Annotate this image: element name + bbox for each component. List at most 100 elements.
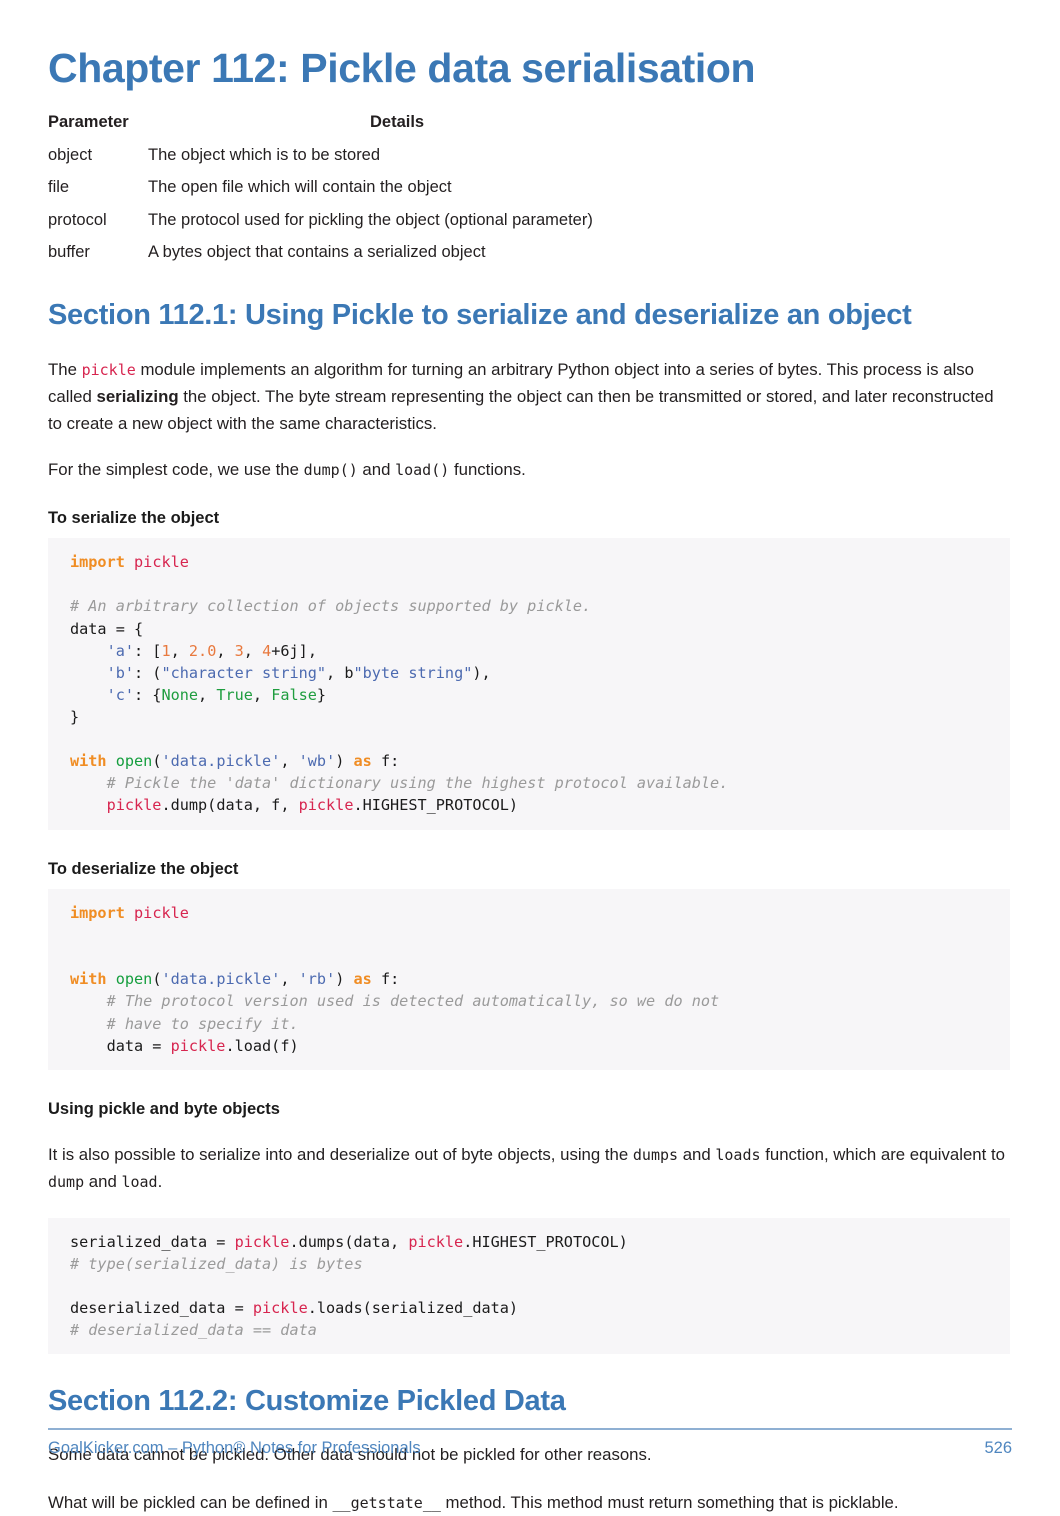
footer-attribution: GoalKicker.com – Python® Notes for Profe… — [48, 1439, 421, 1457]
code-token: data = { — [70, 619, 144, 638]
text-fragment: What will be pickled can be defined in — [48, 1493, 333, 1513]
code-token: # type(serialized_data) is bytes — [70, 1254, 363, 1273]
text-fragment: method. This method must return somethin… — [440, 1493, 899, 1513]
code-token: f: — [371, 970, 400, 989]
code-token: f: — [371, 752, 400, 771]
code-token: 'data.pickle' — [161, 752, 281, 771]
code-token: # have to specify it. — [70, 1014, 299, 1033]
code-token: .loads(serialized_data) — [307, 1298, 519, 1317]
inline-code-getstate: __getstate__ — [332, 1494, 441, 1513]
text-fragment: function, which are equivalent to — [760, 1145, 1005, 1165]
code-token: "byte string" — [353, 663, 473, 682]
code-token: pickle — [134, 903, 189, 922]
code-token: , — [252, 685, 272, 704]
code-token: None — [161, 685, 199, 704]
code-token: pickle — [106, 796, 162, 815]
column-header-parameter: Parameter — [48, 113, 129, 132]
code-token: 4 — [262, 641, 272, 660]
text-fragment: and — [357, 459, 396, 479]
document-page: Chapter 112: Pickle data serialisation P… — [0, 0, 1060, 1512]
cell-parameter: file — [48, 178, 70, 197]
column-header-details: Details — [370, 113, 425, 132]
table-row: object The object which is to be stored — [48, 139, 593, 171]
code-token: with — [70, 970, 107, 989]
code-token: : { — [134, 685, 162, 704]
inline-code-load: load — [121, 1173, 158, 1192]
inline-code-dump: dump — [48, 1173, 85, 1192]
cell-parameter: object — [48, 146, 93, 165]
code-token: 'data.pickle' — [161, 970, 281, 989]
code-block-serialize: import pickle # An arbitrary collection … — [48, 538, 1010, 830]
code-token: , — [243, 641, 263, 660]
text-fragment: and — [84, 1172, 122, 1192]
code-token: : ( — [134, 663, 162, 682]
code-token: .dumps(data, — [289, 1232, 409, 1251]
code-token: open — [115, 752, 153, 771]
section-2-paragraph-2: What will be pickled can be defined in _… — [48, 1489, 1012, 1516]
cell-details: The open file which will contain the obj… — [148, 178, 452, 197]
code-token: with — [70, 752, 107, 771]
code-token: } — [70, 707, 80, 726]
table-row: protocol The protocol used for pickling … — [48, 204, 593, 236]
text-fragment: functions. — [449, 459, 526, 479]
inline-code-load: load() — [395, 460, 450, 479]
code-token: : [ — [134, 641, 162, 660]
inline-code-dumps: dumps — [632, 1146, 679, 1165]
cell-parameter: buffer — [48, 242, 90, 261]
text-fragment: the object. The byte stream representing… — [48, 387, 994, 434]
text-fragment: For the simplest code, we use the — [48, 459, 304, 479]
code-token: , — [280, 752, 299, 771]
text-fragment: and — [678, 1145, 716, 1165]
subheading-using-pickle-and-byte-objects: Using pickle and byte objects — [48, 1099, 280, 1118]
code-token: # deserialized_data == data — [70, 1321, 317, 1339]
footer-row: GoalKicker.com – Python® Notes for Profe… — [48, 1430, 1012, 1458]
code-token: , b — [326, 663, 354, 682]
code-token: , — [280, 970, 299, 989]
code-block-deserialize: import pickle with open('data.pickle', '… — [48, 888, 1010, 1070]
code-token: 'c' — [106, 685, 135, 704]
code-token: 3 — [234, 641, 244, 660]
code-token: open — [115, 970, 153, 989]
code-token: True — [216, 685, 253, 704]
code-token: "character string" — [161, 663, 327, 682]
code-block-bytes: serialized_data = pickle.dumps(data, pic… — [48, 1217, 1010, 1355]
section-heading-112-2: Section 112.2: Customize Pickled Data — [48, 1385, 566, 1418]
table-row: buffer A bytes object that contains a se… — [48, 236, 593, 268]
code-token: 'rb' — [298, 970, 336, 989]
code-token: deserialized_data = — [70, 1298, 253, 1317]
code-token: # The protocol version used is detected … — [70, 992, 720, 1011]
code-token: } — [316, 685, 327, 704]
code-token: ) — [335, 752, 354, 771]
cell-parameter: protocol — [48, 210, 107, 229]
code-token: pickle — [134, 553, 189, 572]
code-token: pickle — [234, 1232, 290, 1251]
subheading-to-serialize: To serialize the object — [48, 508, 220, 527]
code-token: pickle — [170, 1036, 226, 1055]
code-token: , — [198, 685, 217, 704]
code-token: , — [216, 641, 235, 660]
code-token: # An arbitrary collection of objects sup… — [70, 597, 592, 616]
code-token: import — [70, 553, 125, 572]
text-fragment: The — [48, 359, 82, 379]
cell-details: The protocol used for pickling the objec… — [148, 210, 593, 229]
parameter-table-body: object The object which is to be stored … — [48, 139, 593, 268]
code-token: import — [70, 903, 125, 922]
code-token: serialized_data = — [70, 1232, 235, 1251]
code-token: +6j], — [271, 641, 317, 660]
code-token: as — [353, 752, 372, 771]
code-token: 'a' — [106, 641, 135, 660]
subheading-to-deserialize: To deserialize the object — [48, 859, 239, 878]
code-token: data = — [70, 1036, 171, 1055]
section-1-paragraph-1: The pickle module implements an algorith… — [48, 356, 1012, 438]
code-token: as — [353, 970, 372, 989]
page-number: 526 — [984, 1439, 1012, 1457]
text-fragment: . — [157, 1172, 163, 1192]
inline-code-dump: dump() — [303, 460, 358, 479]
